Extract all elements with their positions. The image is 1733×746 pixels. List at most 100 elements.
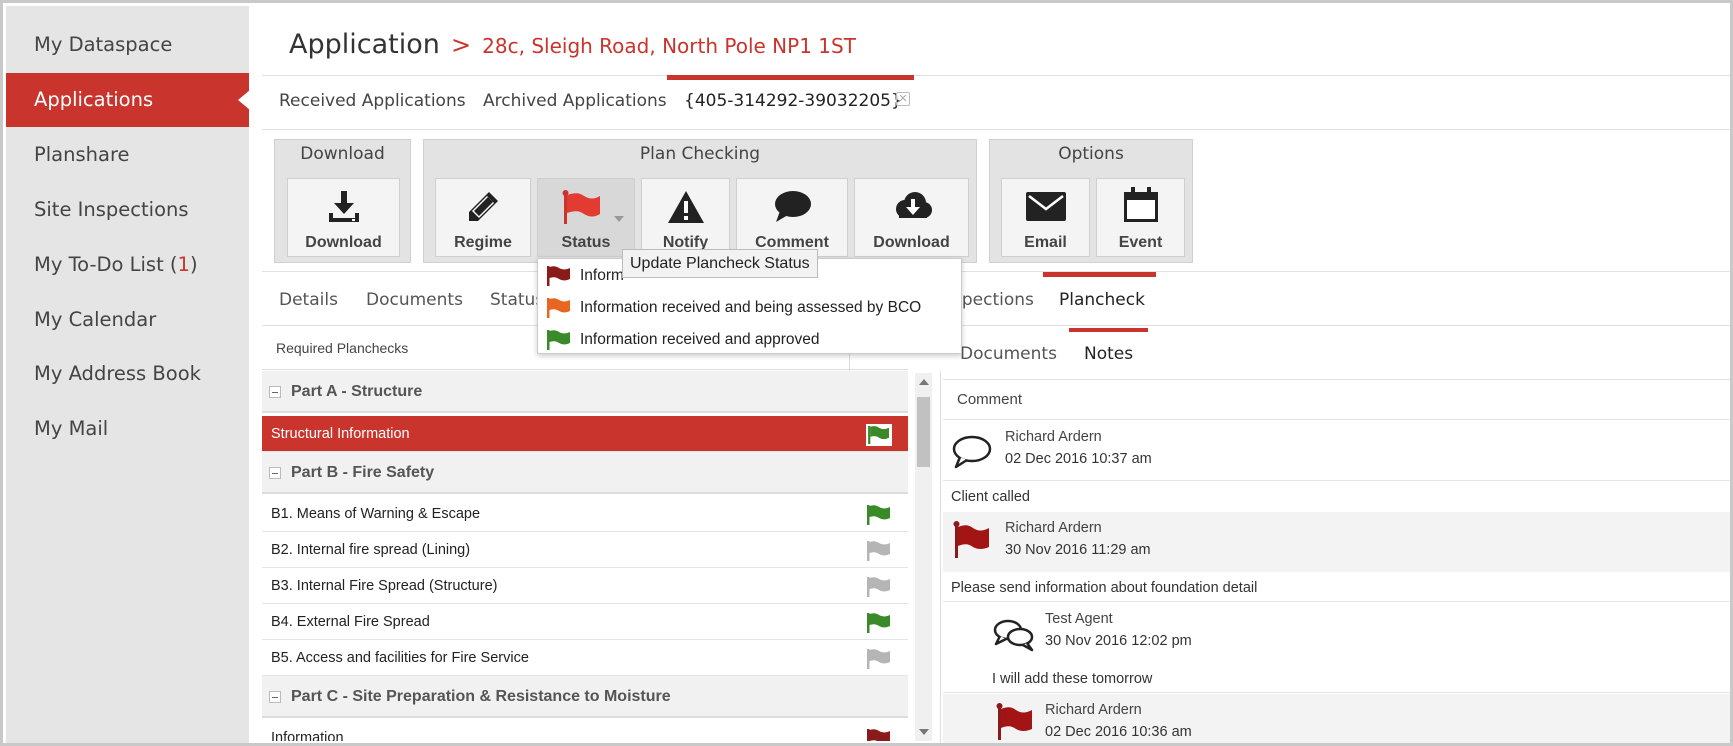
collapse-icon[interactable] xyxy=(269,386,281,398)
note-body: Please send information about foundation… xyxy=(943,572,1730,602)
tab-documents[interactable]: Documents xyxy=(366,290,463,310)
download-group-title: Download xyxy=(300,144,385,164)
item-label: B1. Means of Warning & Escape xyxy=(271,506,481,522)
tab-received-applications[interactable]: Received Applications xyxy=(279,91,466,111)
item-label: Information xyxy=(271,730,344,741)
section-part-a[interactable]: Part A - Structure xyxy=(262,371,908,413)
scroll-down-icon[interactable] xyxy=(919,729,929,735)
tab-notes[interactable]: Notes xyxy=(1084,344,1133,364)
list-item[interactable]: B4. External Fire Spread xyxy=(262,604,908,640)
note-header: Test Agent 30 Nov 2016 12:02 pm xyxy=(943,603,1730,663)
todo-count-badge: 1 xyxy=(177,253,190,276)
download-tray-icon xyxy=(328,191,359,222)
sidebar-item-applications[interactable]: Applications xyxy=(6,73,250,127)
note-text: Please send information about foundation… xyxy=(951,580,1258,596)
note-header: Richard Ardern 02 Dec 2016 10:36 am xyxy=(943,694,1730,743)
sidebar-item-my-address-book[interactable]: My Address Book xyxy=(6,347,249,401)
sidebar-item-my-calendar[interactable]: My Calendar xyxy=(6,293,249,347)
sidebar-item-my-todo-list[interactable]: My To-Do List (1) xyxy=(6,238,249,292)
list-scrollbar[interactable] xyxy=(915,373,932,741)
green-flag-icon xyxy=(867,505,890,525)
notify-button[interactable]: Notify xyxy=(641,178,730,257)
comment-column-header: Comment xyxy=(943,380,1730,420)
page-title: Application > 28c, Sleigh Road, North Po… xyxy=(289,29,856,60)
divider xyxy=(262,75,1730,76)
scrollbar-thumb[interactable] xyxy=(917,397,930,467)
close-tab-icon[interactable]: ✕ xyxy=(896,92,910,106)
comment-header-label: Comment xyxy=(957,391,1023,408)
speech-bubble-icon xyxy=(952,435,992,469)
scroll-up-icon[interactable] xyxy=(919,379,929,385)
dark-red-flag-icon xyxy=(547,266,570,286)
note-author: Richard Ardern xyxy=(1045,702,1142,718)
collapse-icon[interactable] xyxy=(269,691,281,703)
section-part-b[interactable]: Part B - Fire Safety xyxy=(262,452,908,494)
list-item[interactable]: B1. Means of Warning & Escape xyxy=(262,496,908,532)
download-button[interactable]: Download xyxy=(287,178,400,257)
breadcrumb-separator: > xyxy=(450,31,472,59)
note-author: Test Agent xyxy=(1045,611,1113,627)
sidebar-item-planshare[interactable]: Planshare xyxy=(6,128,249,182)
options-group: Options Email Event xyxy=(989,139,1193,263)
collapse-icon[interactable] xyxy=(269,467,281,479)
note-author: Richard Ardern xyxy=(1005,520,1102,536)
status-option-label: Information received and approved xyxy=(580,331,820,348)
cloud-download-button[interactable]: Download xyxy=(854,178,969,257)
regime-button[interactable]: Regime xyxy=(435,178,531,257)
options-group-title: Options xyxy=(1058,144,1124,164)
item-label: B3. Internal Fire Spread (Structure) xyxy=(271,578,498,594)
status-tooltip: Update Plancheck Status xyxy=(622,249,818,278)
status-button-label: Status xyxy=(561,234,611,251)
email-button[interactable]: Email xyxy=(1001,178,1090,257)
sidebar-item-my-mail[interactable]: My Mail xyxy=(6,402,249,456)
sidebar-item-my-dataspace[interactable]: My Dataspace xyxy=(6,18,249,72)
sidebar: My Dataspace Applications Planshare Site… xyxy=(6,6,250,743)
download-button-label: Download xyxy=(305,234,382,251)
status-option-label: Information received and being assessed … xyxy=(580,299,922,316)
item-label: Structural Information xyxy=(271,426,410,442)
plan-checking-group: Plan Checking Regime Status Notify Comme… xyxy=(423,139,977,263)
tab-details[interactable]: Details xyxy=(279,290,338,310)
event-button[interactable]: Event xyxy=(1096,178,1185,257)
tab-application-id[interactable]: {405-314292-39032205} xyxy=(684,91,902,111)
list-item[interactable]: B2. Internal fire spread (Lining) xyxy=(262,532,908,568)
chevron-down-icon xyxy=(614,216,624,222)
section-part-c[interactable]: Part C - Site Preparation & Resistance t… xyxy=(262,676,908,718)
item-label: B4. External Fire Spread xyxy=(271,614,430,630)
cloud-download-button-label: Download xyxy=(873,234,950,251)
green-flag-icon xyxy=(867,613,890,633)
status-button[interactable]: Status xyxy=(537,178,635,257)
cloud-download-icon xyxy=(895,192,932,218)
tab-plancheck-documents[interactable]: Documents xyxy=(960,344,1057,364)
list-item[interactable]: Information xyxy=(262,720,908,741)
green-flag-icon xyxy=(866,424,892,446)
tab-plancheck[interactable]: Plancheck xyxy=(1059,290,1145,310)
pencil-icon xyxy=(469,192,498,221)
comment-button[interactable]: Comment xyxy=(736,178,848,257)
status-option-approved[interactable]: Information received and approved xyxy=(538,323,963,355)
list-item[interactable]: B3. Internal Fire Spread (Structure) xyxy=(262,568,908,604)
required-planchecks-label: Required Planchecks xyxy=(276,340,409,356)
conversation-icon xyxy=(993,619,1034,652)
status-option-being-assessed[interactable]: Information received and being assessed … xyxy=(538,291,963,323)
speech-bubble-icon xyxy=(775,191,811,222)
list-item[interactable]: B5. Access and facilities for Fire Servi… xyxy=(262,640,908,676)
red-flag-icon xyxy=(953,521,989,558)
note-date: 02 Dec 2016 10:36 am xyxy=(1045,724,1192,740)
tab-inspections[interactable]: spections xyxy=(953,290,1034,310)
envelope-icon xyxy=(1025,192,1066,221)
note-date: 02 Dec 2016 10:37 am xyxy=(1005,451,1152,467)
todo-label-suffix: ) xyxy=(189,253,198,276)
todo-label: My To-Do List ( xyxy=(34,253,178,276)
active-tab-indicator xyxy=(1069,328,1148,332)
note-header: Richard Ardern 02 Dec 2016 10:37 am xyxy=(943,421,1730,481)
grey-flag-icon xyxy=(867,577,890,597)
sidebar-item-site-inspections[interactable]: Site Inspections xyxy=(6,183,249,237)
note-body: I will add these tomorrow xyxy=(943,663,1730,693)
list-item[interactable]: Structural Information xyxy=(262,416,908,452)
note-header: Richard Ardern 30 Nov 2016 11:29 am xyxy=(943,512,1730,572)
application-address: 28c, Sleigh Road, North Pole NP1 1ST xyxy=(482,34,856,58)
tab-archived-applications[interactable]: Archived Applications xyxy=(483,91,667,111)
section-title: Part A - Structure xyxy=(291,383,423,400)
grey-flag-icon xyxy=(867,649,890,669)
